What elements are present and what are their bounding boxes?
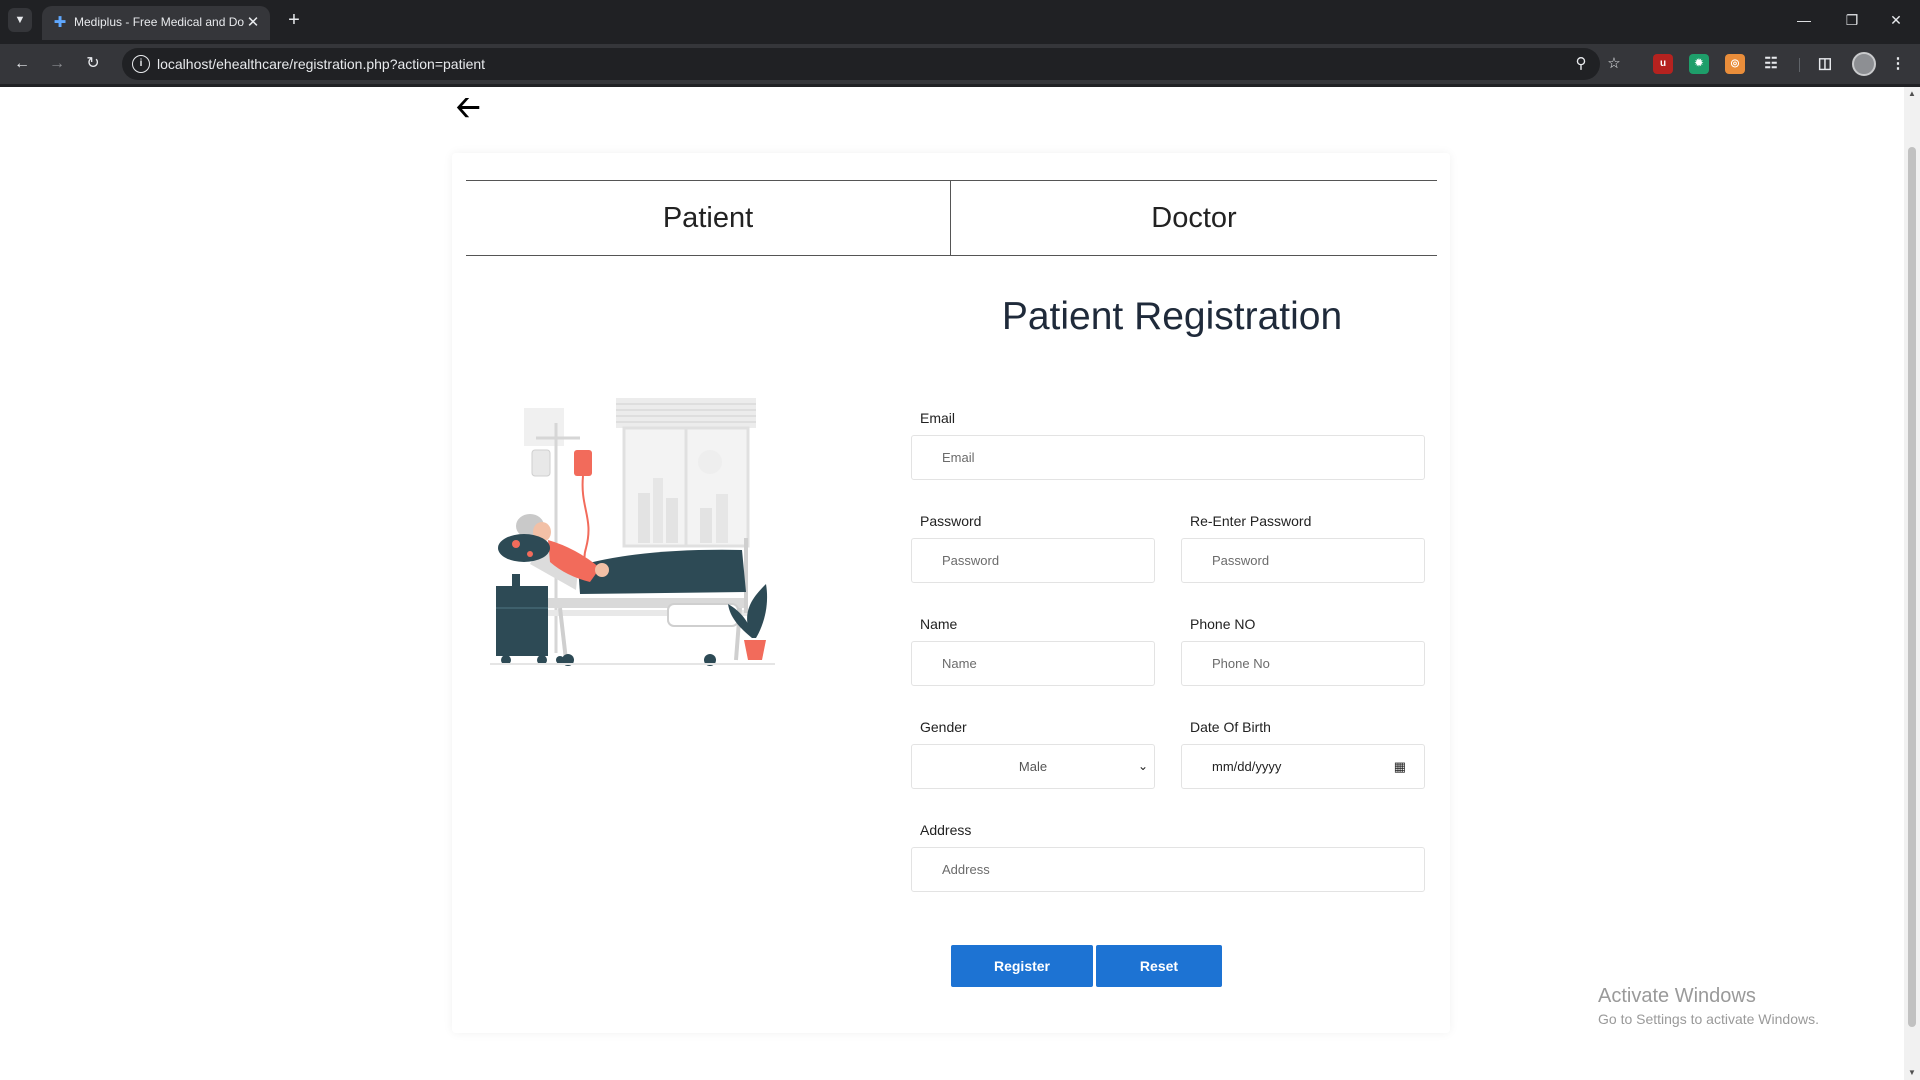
- medical-cross-icon: ✚: [53, 14, 67, 31]
- name-placeholder: Name: [942, 656, 977, 671]
- tab-strip: ▼ ✚ Mediplus - Free Medical and Do ✕ + —…: [0, 0, 1920, 40]
- profile-avatar[interactable]: [1852, 52, 1876, 76]
- zoom-icon[interactable]: ⚲: [1571, 54, 1591, 74]
- scroll-up-icon[interactable]: ▲: [1904, 87, 1920, 101]
- role-tabs: Patient Doctor: [466, 180, 1437, 256]
- tab-doctor[interactable]: Doctor: [951, 181, 1437, 256]
- phone-placeholder: Phone No: [1212, 656, 1270, 671]
- gender-label: Gender: [920, 719, 967, 735]
- browser-toolbar: ← → ↻ i localhost/ehealthcare/registrati…: [0, 44, 1920, 84]
- address-label: Address: [920, 822, 972, 838]
- hospital-bed-illustration: [490, 398, 775, 666]
- reenter-password-field[interactable]: Password: [1181, 538, 1425, 583]
- arrow-left-icon[interactable]: 🡠: [456, 93, 486, 123]
- reenter-password-label: Re-Enter Password: [1190, 513, 1312, 529]
- chatgpt-extension-icon[interactable]: ✹: [1689, 54, 1709, 74]
- email-placeholder: Email: [942, 450, 975, 465]
- chevron-down-icon: ⌄: [1137, 759, 1148, 773]
- reenter-password-placeholder: Password: [1212, 553, 1270, 568]
- dob-label: Date Of Birth: [1190, 719, 1271, 735]
- calendar-icon[interactable]: ▦: [1394, 745, 1406, 788]
- address-placeholder: Address: [942, 862, 990, 877]
- site-info-icon[interactable]: i: [132, 55, 150, 73]
- bookmark-star-icon[interactable]: ☆: [1604, 54, 1624, 74]
- scroll-down-icon[interactable]: ▼: [1904, 1066, 1920, 1080]
- registration-card: Patient Doctor Patient Registration Emai…: [452, 153, 1450, 1033]
- extension-icon[interactable]: ◎: [1725, 54, 1745, 74]
- password-label: Password: [920, 513, 982, 529]
- form-title: Patient Registration: [1001, 295, 1343, 338]
- side-panel-icon[interactable]: ◫: [1815, 54, 1835, 74]
- back-nav-icon[interactable]: ←: [9, 51, 35, 77]
- close-window-icon[interactable]: ✕: [1884, 8, 1908, 32]
- dob-field[interactable]: mm/dd/yyyy ▦: [1181, 744, 1425, 789]
- tab-close-icon[interactable]: ✕: [244, 14, 262, 32]
- password-placeholder: Password: [942, 553, 1000, 568]
- activate-windows-subtitle: Go to Settings to activate Windows.: [1598, 1011, 1819, 1027]
- scroll-thumb[interactable]: [1908, 147, 1916, 1027]
- address-bar[interactable]: i localhost/ehealthcare/registration.php…: [122, 48, 1600, 80]
- phone-field[interactable]: Phone No: [1181, 641, 1425, 686]
- toolbar-divider: [1799, 58, 1800, 72]
- puzzle-extensions-icon[interactable]: ☷: [1761, 54, 1781, 74]
- browser-tab[interactable]: ✚ Mediplus - Free Medical and Do ✕: [42, 6, 270, 40]
- tab-title: Mediplus - Free Medical and Do: [74, 15, 244, 29]
- page-scrollbar[interactable]: ▲ ▼: [1904, 87, 1920, 1080]
- tab-search-icon[interactable]: ▼: [8, 8, 32, 32]
- activate-windows-title: Activate Windows: [1598, 985, 1756, 1007]
- ublock-extension-icon[interactable]: u: [1653, 54, 1673, 74]
- forward-nav-icon[interactable]: →: [44, 51, 70, 77]
- dob-value: mm/dd/yyyy: [1212, 759, 1282, 774]
- new-tab-icon[interactable]: +: [282, 8, 306, 32]
- menu-kebab-icon[interactable]: ⋮: [1888, 54, 1908, 74]
- email-label: Email: [920, 410, 956, 426]
- name-label: Name: [920, 616, 958, 632]
- tab-patient[interactable]: Patient: [466, 181, 951, 256]
- gender-value: Male: [1018, 759, 1048, 774]
- reload-icon[interactable]: ↻: [80, 51, 106, 77]
- minimize-icon[interactable]: —: [1792, 8, 1816, 32]
- name-field[interactable]: Name: [911, 641, 1155, 686]
- gender-select[interactable]: Male ⌄: [911, 744, 1155, 789]
- password-field[interactable]: Password: [911, 538, 1155, 583]
- url-text: localhost/ehealthcare/registration.php?a…: [157, 56, 486, 72]
- phone-label: Phone NO: [1190, 616, 1256, 632]
- browser-chrome: ▼ ✚ Mediplus - Free Medical and Do ✕ + —…: [0, 0, 1920, 87]
- restore-icon[interactable]: ❐: [1840, 8, 1864, 32]
- address-field[interactable]: Address: [911, 847, 1425, 892]
- page: 🡠 Patient Doctor Patient Registration Em…: [0, 87, 1904, 1080]
- email-field[interactable]: Email: [911, 435, 1425, 480]
- reset-button[interactable]: Reset: [1096, 945, 1222, 987]
- register-button[interactable]: Register: [951, 945, 1093, 987]
